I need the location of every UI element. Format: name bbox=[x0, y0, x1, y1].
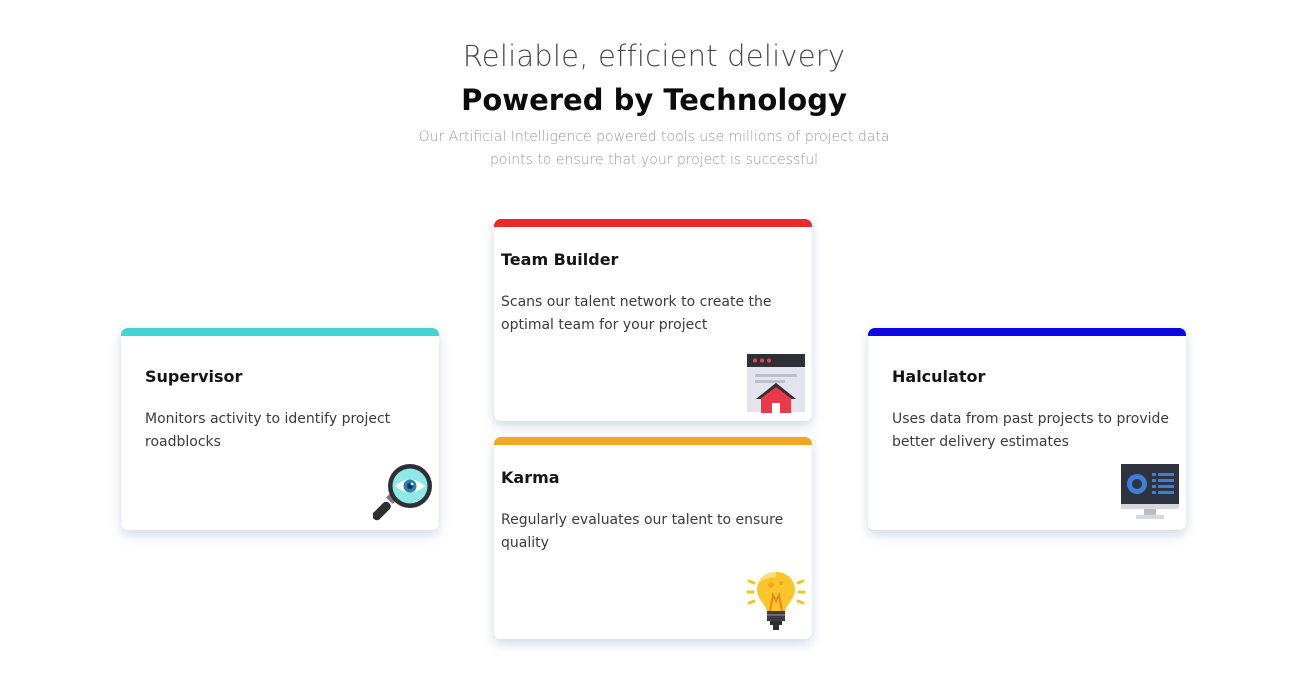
card-team-builder: Team Builder Scans our talent network to… bbox=[494, 219, 812, 421]
card-karma: Karma Regularly evaluates our talent to … bbox=[494, 437, 812, 639]
hero-section: Reliable, efficient delivery Powered by … bbox=[0, 36, 1308, 172]
hero-title: Powered by Technology bbox=[461, 83, 847, 117]
card-title: Halculator bbox=[892, 367, 986, 386]
browser-home-icon bbox=[746, 353, 806, 413]
card-accent-bar bbox=[121, 328, 439, 336]
card-title: Supervisor bbox=[145, 367, 243, 386]
monitor-dashboard-icon bbox=[1120, 462, 1180, 522]
card-description: Scans our talent network to create the o… bbox=[501, 294, 772, 333]
card-description: Uses data from past projects to provide … bbox=[892, 411, 1170, 450]
card-description: Regularly evaluates our talent to ensure… bbox=[501, 512, 784, 551]
card-calculator: Halculator Uses data from past projects … bbox=[868, 328, 1186, 530]
card-accent-bar bbox=[494, 437, 812, 445]
card-description: Monitors activity to identify project ro… bbox=[145, 411, 391, 450]
magnifier-eye-icon bbox=[372, 462, 433, 522]
card-accent-bar bbox=[868, 328, 1186, 336]
hero-subtitle: Reliable, efficient delivery bbox=[462, 39, 846, 73]
card-title: Team Builder bbox=[501, 250, 619, 269]
hero-description: Our Artificial Intelligence powered tool… bbox=[418, 129, 890, 168]
card-title: Karma bbox=[501, 468, 560, 487]
card-supervisor: Supervisor Monitors activity to identify… bbox=[121, 328, 439, 530]
lightbulb-icon bbox=[746, 571, 806, 631]
card-accent-bar bbox=[494, 219, 812, 227]
